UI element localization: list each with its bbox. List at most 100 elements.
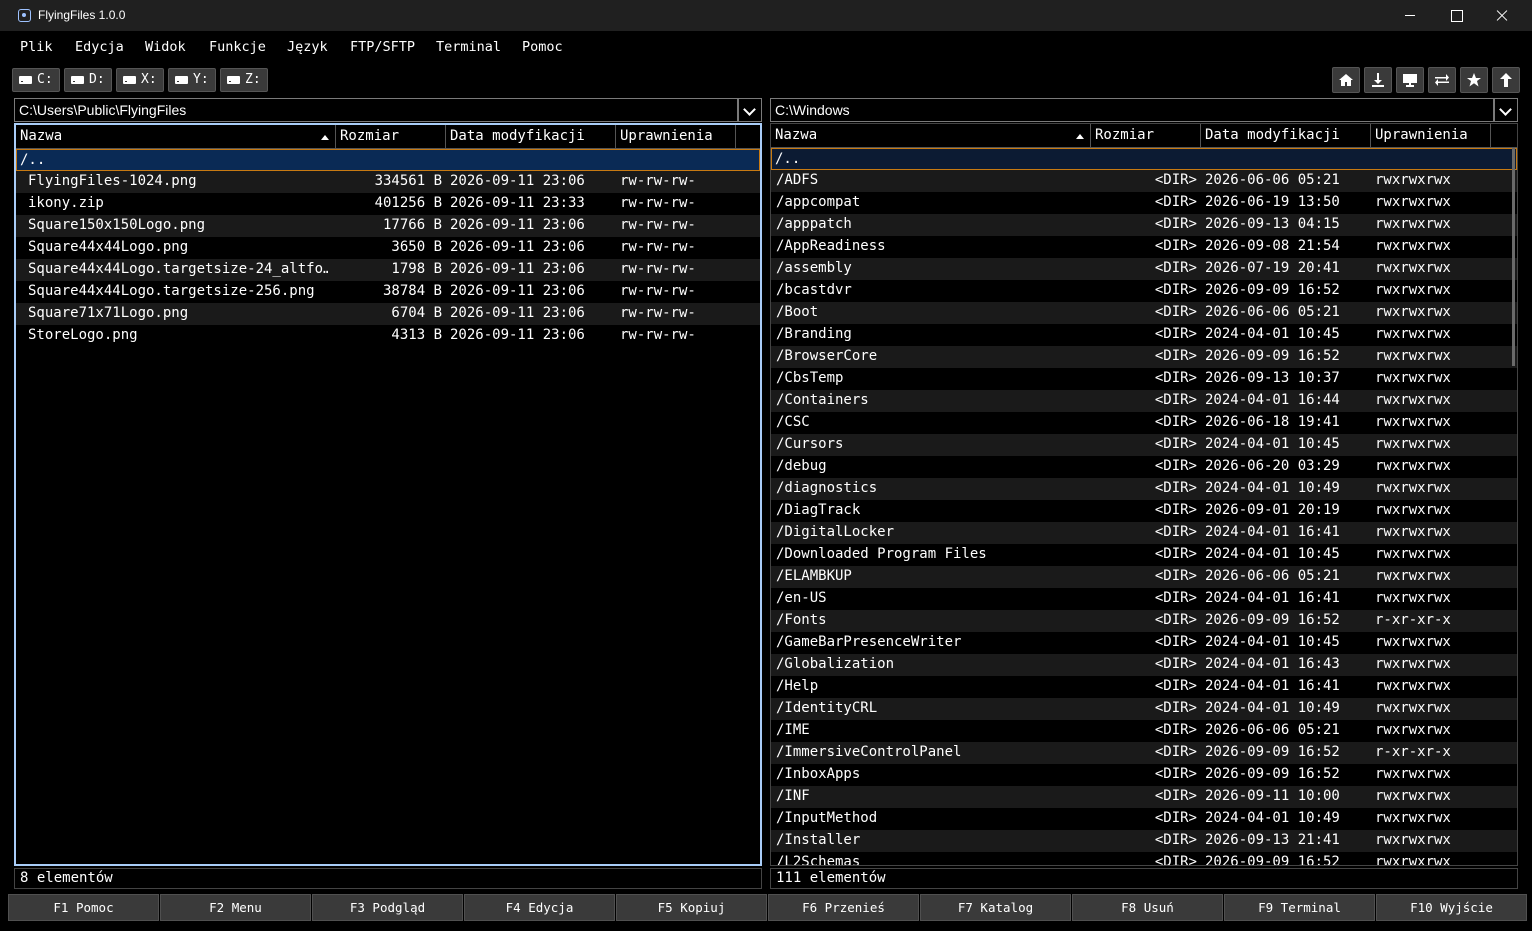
file-row[interactable]: /apppatch <DIR> 2026-09-13 04:15 rwxrwxrwx	[771, 214, 1517, 236]
drive-c-button[interactable]: C:	[12, 68, 60, 92]
file-row[interactable]: Square150x150Logo.png 17766 B 2026-09-11 2…	[16, 215, 760, 237]
drive-x-button[interactable]: X:	[116, 68, 164, 92]
file-perms: rwxrwxrwx	[1375, 678, 1451, 694]
file-row[interactable]: ikony.zip 401256 B 2026-09-11 23:33 rw-rw-r…	[16, 193, 760, 215]
file-row[interactable]: /ELAMBKUP <DIR> 2026-06-06 05:21 rwxrwxrwx	[771, 566, 1517, 588]
file-perms: rwxrwxrwx	[1375, 194, 1451, 210]
file-row[interactable]: /Branding <DIR> 2024-04-01 10:45 rwxrwxrwx	[771, 324, 1517, 346]
file-row[interactable]: /assembly <DIR> 2026-07-19 20:41 rwxrwxrwx	[771, 258, 1517, 280]
f5-copy-button[interactable]: F5 Kopiuj	[616, 894, 767, 921]
col-size[interactable]: Rozmiar	[1091, 124, 1201, 148]
f10-exit-button[interactable]: F10 Wyjście	[1376, 894, 1527, 921]
file-date: 2026-09-11 23:06	[450, 327, 585, 343]
menu-ftp-sftp[interactable]: FTP/SFTP	[350, 39, 415, 55]
file-row[interactable]: Square71x71Logo.png 6704 B 2026-09-11 23:0…	[16, 303, 760, 325]
maximize-button[interactable]	[1433, 0, 1479, 31]
menu-widok[interactable]: Widok	[145, 39, 186, 55]
file-row[interactable]: /DiagTrack <DIR> 2026-09-01 20:19 rwxrwxrwx	[771, 500, 1517, 522]
menu-pomoc[interactable]: Pomoc	[522, 39, 563, 55]
file-row[interactable]: /Globalization <DIR> 2024-04-01 16:43 rwxrw…	[771, 654, 1517, 676]
file-row[interactable]: /InboxApps <DIR> 2026-09-09 16:52 rwxrwxrwx	[771, 764, 1517, 786]
col-perms[interactable]: Uprawnienia	[1371, 124, 1491, 148]
file-row[interactable]: /Cursors <DIR> 2024-04-01 10:45 rwxrwxrwx	[771, 434, 1517, 456]
file-row[interactable]: /L2Schemas <DIR> 2026-09-09 16:52 rwxrwxrwx	[771, 852, 1517, 865]
f4-edit-button[interactable]: F4 Edycja	[464, 894, 615, 921]
file-perms: rwxrwxrwx	[1375, 766, 1451, 782]
file-row[interactable]: /Boot <DIR> 2026-06-06 05:21 rwxrwxrwx	[771, 302, 1517, 324]
drive-d-button[interactable]: D:	[64, 68, 112, 92]
drive-icon	[71, 76, 84, 84]
minimize-button[interactable]	[1387, 0, 1433, 31]
home-button[interactable]	[1332, 67, 1360, 93]
file-row[interactable]: /AppReadiness <DIR> 2026-09-08 21:54 rwxrwx…	[771, 236, 1517, 258]
file-row[interactable]: /Help <DIR> 2024-04-01 16:41 rwxrwxrwx	[771, 676, 1517, 698]
close-button[interactable]	[1479, 0, 1525, 31]
file-row[interactable]: /GameBarPresenceWriter <DIR> 2024-04-01 10…	[771, 632, 1517, 654]
col-date[interactable]: Data modyfikacji	[446, 125, 616, 149]
swap-panels-button[interactable]	[1428, 67, 1456, 93]
menu-plik[interactable]: Plik	[20, 39, 53, 55]
file-name: /..	[775, 151, 801, 167]
file-row[interactable]: /ADFS <DIR> 2026-06-06 05:21 rwxrwxrwx	[771, 170, 1517, 192]
file-row[interactable]: /bcastdvr <DIR> 2026-09-09 16:52 rwxrwxrwx	[771, 280, 1517, 302]
file-row[interactable]: /Downloaded Program Files <DIR> 2024-04-01…	[771, 544, 1517, 566]
menu-terminal[interactable]: Terminal	[436, 39, 501, 55]
file-row[interactable]: /ImmersiveControlPanel <DIR> 2026-09-09 16…	[771, 742, 1517, 764]
file-name: /apppatch	[776, 216, 852, 232]
file-name: FlyingFiles-1024.png	[28, 173, 197, 189]
f8-delete-button[interactable]: F8 Usuń	[1072, 894, 1223, 921]
file-row[interactable]: /IdentityCRL <DIR> 2024-04-01 10:49 rwxrwxr…	[771, 698, 1517, 720]
left-path-input[interactable]	[14, 98, 738, 122]
file-row[interactable]: /Installer <DIR> 2026-09-13 21:41 rwxrwxrwx	[771, 830, 1517, 852]
file-row[interactable]: /appcompat <DIR> 2026-06-19 13:50 rwxrwxrwx	[771, 192, 1517, 214]
right-file-panel[interactable]: Nazwa Rozmiar Data modyfikacji Uprawnien…	[770, 123, 1518, 866]
f9-terminal-button[interactable]: F9 Terminal	[1224, 894, 1375, 921]
monitor-button[interactable]	[1396, 67, 1424, 93]
drive-z-button[interactable]: Z:	[220, 68, 268, 92]
f1-help-button[interactable]: F1 Pomoc	[8, 894, 159, 921]
menu-edycja[interactable]: Edycja	[75, 39, 124, 55]
f3-view-button[interactable]: F3 Podgląd	[312, 894, 463, 921]
file-row[interactable]: /INF <DIR> 2026-09-11 10:00 rwxrwxrwx	[771, 786, 1517, 808]
col-name[interactable]: Nazwa	[16, 125, 336, 149]
file-row[interactable]: Square44x44Logo.targetsize-24_altfo… 1798…	[16, 259, 760, 281]
file-row[interactable]: StoreLogo.png 4313 B 2026-09-11 23:06 rw-rw…	[16, 325, 760, 347]
file-row[interactable]: /BrowserCore <DIR> 2026-09-09 16:52 rwxrwxr…	[771, 346, 1517, 368]
file-row[interactable]: /diagnostics <DIR> 2024-04-01 10:49 rwxrwxr…	[771, 478, 1517, 500]
file-row[interactable]: Square44x44Logo.png 3650 B 2026-09-11 23:0…	[16, 237, 760, 259]
file-row[interactable]: /IME <DIR> 2026-06-06 05:21 rwxrwxrwx	[771, 720, 1517, 742]
monitor-icon	[1403, 74, 1417, 87]
file-perms: rw-rw-rw-	[620, 305, 696, 321]
f2-menu-button[interactable]: F2 Menu	[160, 894, 311, 921]
sort-asc-icon	[321, 135, 329, 140]
drive-y-button[interactable]: Y:	[168, 68, 216, 92]
file-row[interactable]: /InputMethod <DIR> 2024-04-01 10:49 rwxrwxr…	[771, 808, 1517, 830]
file-row[interactable]: /en-US <DIR> 2024-04-01 16:41 rwxrwxrwx	[771, 588, 1517, 610]
favorites-button[interactable]	[1460, 67, 1488, 93]
col-size[interactable]: Rozmiar	[336, 125, 446, 149]
menu-funkcje[interactable]: Funkcje	[209, 39, 266, 55]
parent-dir-button[interactable]	[1492, 67, 1520, 93]
file-row[interactable]: FlyingFiles-1024.png 334561 B 2026-09-11 2…	[16, 171, 760, 193]
file-row[interactable]: /CSC <DIR> 2026-06-18 19:41 rwxrwxrwx	[771, 412, 1517, 434]
file-row[interactable]: /CbsTemp <DIR> 2026-09-13 10:37 rwxrwxrwx	[771, 368, 1517, 390]
col-date[interactable]: Data modyfikacji	[1201, 124, 1371, 148]
parent-dir-row[interactable]: /..	[16, 149, 760, 171]
right-path-dropdown[interactable]	[1494, 98, 1518, 122]
col-perms[interactable]: Uprawnienia	[616, 125, 736, 149]
file-row[interactable]: Square44x44Logo.targetsize-256.png 38784 …	[16, 281, 760, 303]
file-row[interactable]: /debug <DIR> 2026-06-20 03:29 rwxrwxrwx	[771, 456, 1517, 478]
file-row[interactable]: /Containers <DIR> 2024-04-01 16:44 rwxrwxrw…	[771, 390, 1517, 412]
file-row[interactable]: /DigitalLocker <DIR> 2024-04-01 16:41 rwxrw…	[771, 522, 1517, 544]
right-path-input[interactable]	[770, 98, 1494, 122]
f6-move-button[interactable]: F6 Przenieś	[768, 894, 919, 921]
f7-mkdir-button[interactable]: F7 Katalog	[920, 894, 1071, 921]
left-file-panel[interactable]: Nazwa Rozmiar Data modyfikacji Uprawnien…	[14, 123, 762, 866]
col-name[interactable]: Nazwa	[771, 124, 1091, 148]
parent-dir-row[interactable]: /..	[771, 148, 1517, 170]
left-path-dropdown[interactable]	[738, 98, 762, 122]
download-button[interactable]	[1364, 67, 1392, 93]
file-row[interactable]: /Fonts <DIR> 2026-09-09 16:52 r-xr-xr-x	[771, 610, 1517, 632]
menu-jezyk[interactable]: Język	[287, 39, 328, 55]
scrollbar[interactable]	[1512, 148, 1515, 366]
